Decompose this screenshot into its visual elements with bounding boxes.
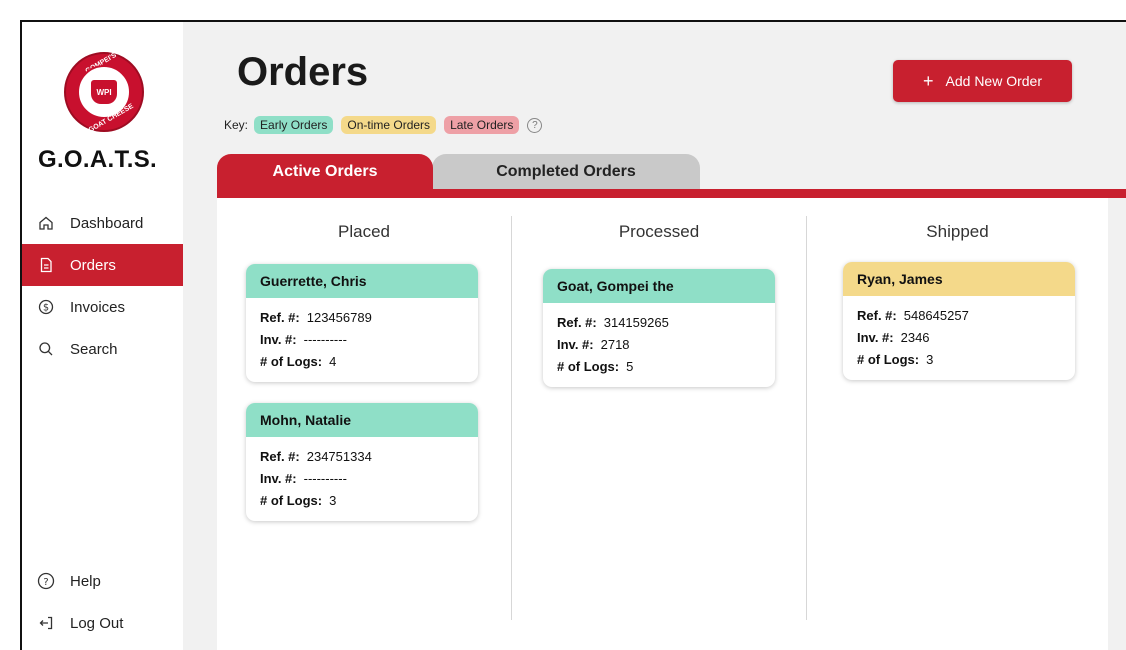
home-icon [36,213,56,233]
order-card[interactable]: Guerrette, Chris Ref. #: 123456789 Inv. #… [246,264,478,382]
logs-value: 3 [926,351,934,367]
logo-shield: WPI [91,80,117,104]
tab-active-orders[interactable]: Active Orders [217,154,433,190]
document-icon [36,255,56,275]
ref-label: Ref. #: [260,309,300,325]
inv-label: Inv. #: [260,331,297,347]
sidebar-item-dashboard[interactable]: Dashboard [22,202,183,244]
inv-label: Inv. #: [260,470,297,486]
sidebar-nav: Dashboard Orders $ Invoices Search [22,202,183,370]
sidebar-item-label: Log Out [70,614,124,632]
sidebar-item-label: Search [70,340,118,358]
sidebar-bottom-nav: ? Help Log Out [22,560,183,644]
page-title: Orders [237,50,369,94]
column-title: Placed [338,222,390,241]
ref-label: Ref. #: [857,307,897,323]
sidebar-item-search[interactable]: Search [22,328,183,370]
column-processed: Processed Goat, Gompei the Ref. #: 314159… [512,198,806,650]
logs-value: 4 [329,353,337,369]
ref-value: 234751334 [306,448,372,464]
status-key: Key: Early Orders On-time Orders Late Or… [224,116,543,134]
column-placed: Placed Guerrette, Chris Ref. #: 123456789… [217,198,511,650]
search-icon [36,339,56,359]
tab-underline [217,189,1126,198]
plus-icon: + [923,70,934,91]
order-card-name: Ryan, James [843,262,1075,296]
app-window: GOMPEI'S WPI GOAT CHEESE G.O.A.T.S. Dash… [20,20,1126,650]
logs-value: 3 [329,492,337,508]
logs-label: # of Logs: [260,492,323,508]
order-card[interactable]: Ryan, James Ref. #: 548645257 Inv. #: 2346… [843,262,1075,380]
order-board: Placed Guerrette, Chris Ref. #: 123456789… [217,198,1108,650]
ref-label: Ref. #: [260,448,300,464]
key-label: Key: [224,118,249,132]
sidebar-item-label: Help [70,572,101,590]
order-card[interactable]: Goat, Gompei the Ref. #: 314159265 Inv. #… [543,269,775,387]
sidebar-item-orders[interactable]: Orders [22,244,183,286]
inv-value: 2718 [600,336,630,352]
logo: GOMPEI'S WPI GOAT CHEESE [64,52,144,134]
sidebar-item-invoices[interactable]: $ Invoices [22,286,183,328]
logs-label: # of Logs: [557,358,620,374]
sidebar: GOMPEI'S WPI GOAT CHEESE G.O.A.T.S. Dash… [22,22,183,650]
logout-icon [36,613,56,633]
inv-value: 2346 [900,329,930,345]
key-ontime-badge: On-time Orders [341,116,437,134]
key-help-icon[interactable]: ? [527,117,543,133]
sidebar-item-label: Orders [70,256,116,274]
order-card[interactable]: Mohn, Natalie Ref. #: 234751334 Inv. #: --… [246,403,478,521]
column-title: Processed [618,222,700,241]
inv-label: Inv. #: [557,336,594,352]
inv-value: ---------- [303,331,347,347]
order-card-name: Goat, Gompei the [543,269,775,303]
svg-text:$: $ [43,303,49,314]
order-card-name: Mohn, Natalie [246,403,478,437]
ref-value: 548645257 [903,307,969,323]
inv-value: ---------- [303,470,347,486]
sidebar-item-help[interactable]: ? Help [22,560,183,602]
column-shipped: Shipped Ryan, James Ref. #: 548645257 Inv… [807,198,1108,650]
sidebar-item-logout[interactable]: Log Out [22,602,183,644]
sidebar-item-label: Invoices [70,298,126,316]
help-icon: ? [36,571,56,591]
add-new-order-label: Add New Order [945,73,1042,89]
key-early-badge: Early Orders [254,116,334,134]
dollar-icon: $ [36,297,56,317]
add-new-order-button[interactable]: + Add New Order [893,60,1072,102]
brand-name: G.O.A.T.S. [38,146,158,173]
column-title: Shipped [926,222,989,241]
inv-label: Inv. #: [857,329,894,345]
logs-label: # of Logs: [260,353,323,369]
key-late-badge: Late Orders [444,116,520,134]
logs-value: 5 [626,358,634,374]
ref-value: 123456789 [306,309,372,325]
svg-text:?: ? [43,577,48,588]
order-card-name: Guerrette, Chris [246,264,478,298]
ref-value: 314159265 [603,314,669,330]
sidebar-item-label: Dashboard [70,214,144,232]
logs-label: # of Logs: [857,351,920,367]
ref-label: Ref. #: [557,314,597,330]
tab-completed-orders[interactable]: Completed Orders [432,154,700,190]
